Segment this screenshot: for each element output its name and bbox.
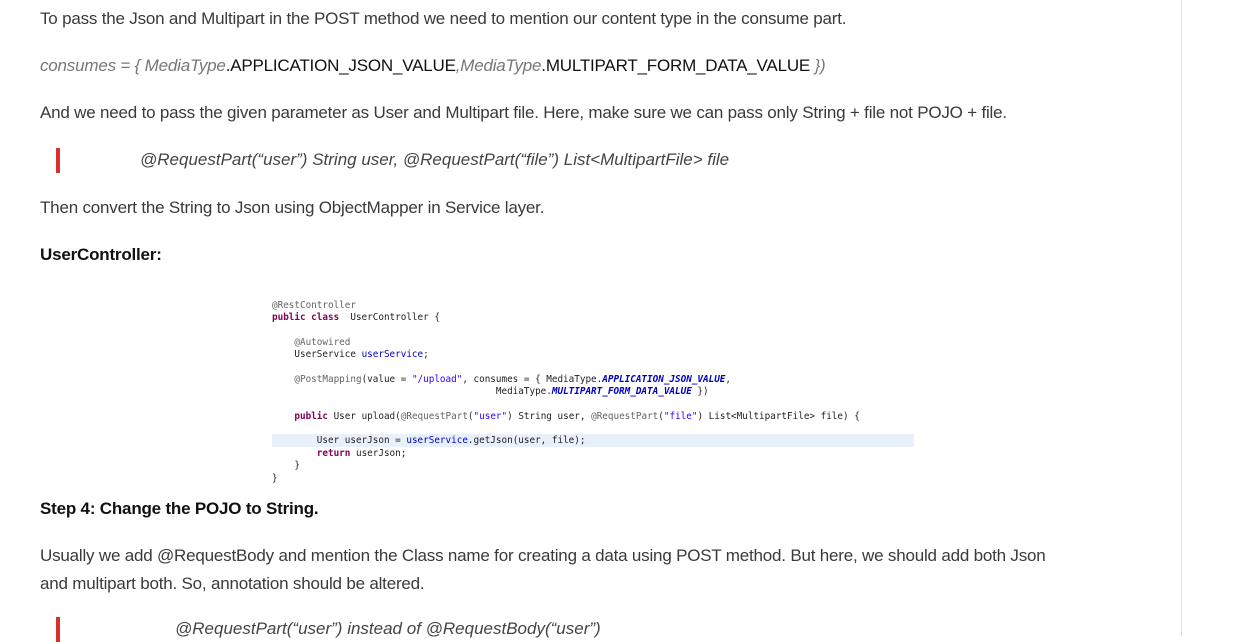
code-line: public User upload(@RequestPart("user") … (272, 410, 860, 423)
request-part-quote: @RequestPart(“user”) String user, @Reque… (140, 150, 730, 169)
consumes-prefix: consumes = { (40, 56, 145, 75)
code-line: } (272, 472, 278, 485)
code-token: @RestController (272, 300, 356, 311)
code-token: @Autowired (294, 337, 351, 348)
code-token: public (294, 411, 328, 422)
code-token: MULTIPART_FORM_DATA_VALUE (551, 386, 692, 397)
code-line: public class UserController { (272, 311, 440, 324)
code-token: "user" (473, 411, 508, 422)
code-line: } (272, 459, 300, 472)
code-token: APPLICATION_JSON_VALUE (602, 374, 726, 385)
step-4-heading: Step 4: Change the POJO to String. (40, 499, 319, 518)
code-token: return (316, 448, 351, 459)
content-border (1181, 0, 1182, 636)
consumes-snippet: consumes = { MediaType.APPLICATION_JSON_… (40, 52, 826, 80)
code-token: .getJson(user, file); (467, 435, 586, 446)
json-value: .APPLICATION_JSON_VALUE (225, 56, 456, 75)
code-token: } (272, 473, 278, 484)
user-controller-heading: UserController: (40, 245, 162, 264)
code-token: public class (272, 312, 340, 323)
code-token: UserService (294, 349, 362, 360)
code-token: ) String user, (507, 411, 592, 422)
quote-bar-2 (56, 617, 60, 642)
intro-paragraph: To pass the Json and Multipart in the PO… (40, 9, 847, 28)
media-type-1: MediaType (144, 56, 226, 75)
code-token: } (294, 460, 300, 471)
media-type-2: MediaType (460, 56, 542, 75)
code-token: , consumes = { MediaType. (462, 374, 603, 385)
code-line: UserService userService; (272, 348, 429, 361)
quote-bar (56, 148, 60, 173)
code-token: @PostMapping (294, 374, 362, 385)
code-token: , (725, 374, 731, 385)
service-paragraph: Then convert the String to Json using Ob… (40, 198, 545, 217)
code-token: (value = (361, 374, 412, 385)
code-screenshot: @RestController public class UserControll… (272, 296, 914, 486)
code-token: userService (406, 435, 468, 446)
code-token: MediaType. (495, 386, 552, 397)
code-token: UserController { (339, 312, 440, 323)
multipart-value: .MULTIPART_FORM_DATA_VALUE (541, 56, 811, 75)
code-token: @RequestPart (591, 411, 659, 422)
code-token: "file" (663, 411, 698, 422)
code-token: userJson; (350, 448, 407, 459)
code-token: }) (691, 386, 709, 397)
code-token: "/upload" (411, 374, 463, 385)
step-4-paragraph-line-2: and multipart both. So, annotation shoul… (40, 574, 425, 593)
code-token: User upload( (327, 411, 401, 422)
code-line: MediaType.MULTIPART_FORM_DATA_VALUE }) (272, 385, 709, 398)
code-token: userService (361, 349, 424, 360)
code-token: User userJson = (316, 435, 407, 446)
code-token: ; (423, 349, 429, 360)
code-token: ) List<MultipartFile> file) { (697, 411, 860, 422)
parameter-paragraph: And we need to pass the given parameter … (40, 103, 1007, 122)
request-part-quote-2: @RequestPart(“user”) instead of @Request… (175, 619, 601, 638)
consumes-suffix: }) (810, 56, 826, 75)
code-token: @RequestPart (400, 411, 468, 422)
step-4-paragraph-line-1: Usually we add @RequestBody and mention … (40, 546, 1046, 565)
code-line: User userJson = userService.getJson(user… (272, 434, 914, 447)
